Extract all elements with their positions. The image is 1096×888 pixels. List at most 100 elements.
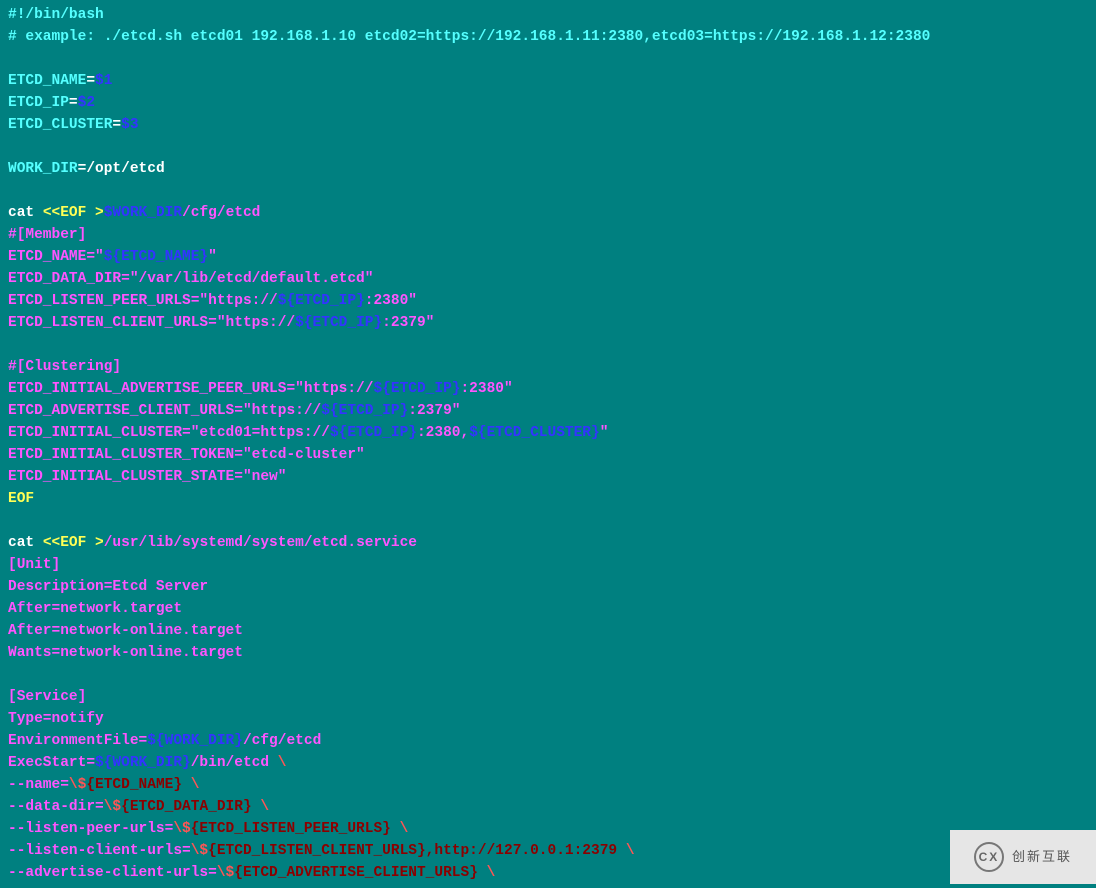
code-token: ETCD_NAME [8,73,86,89]
code-line: ETCD_NAME=$1 [8,70,1088,92]
code-token: ETCD_INITIAL_CLUSTER_TOKEN="etcd-cluster… [8,447,365,463]
code-line: ETCD_INITIAL_CLUSTER="etcd01=https://${E… [8,422,1088,444]
code-token: ETCD_DATA_DIR="/var/lib/etcd/default.etc… [8,271,373,287]
code-line: Description=Etcd Server [8,576,1088,598]
code-token: {ETCD_LISTEN_CLIENT_URLS},http://127.0.0… [208,843,626,859]
code-line: cat <<EOF >/usr/lib/systemd/system/etcd.… [8,532,1088,554]
code-token: After=network.target [8,601,182,617]
code-line: --listen-peer-urls=\${ETCD_LISTEN_PEER_U… [8,818,1088,840]
code-line [8,334,1088,356]
watermark: CX 创新互联 [950,830,1096,884]
code-token: \ [626,843,635,859]
code-token: \ [191,777,200,793]
code-token: $WORK_DIR [104,205,182,221]
code-token: ${ETCD_NAME} [104,249,208,265]
code-line: cat <<EOF >$WORK_DIR/cfg/etcd [8,202,1088,224]
code-block: #!/bin/bash# example: ./etcd.sh etcd01 1… [0,0,1096,888]
code-line: ETCD_DATA_DIR="/var/lib/etcd/default.etc… [8,268,1088,290]
code-token: " [208,249,217,265]
code-token: --listen-peer-urls= [8,821,173,837]
code-token: ETCD_CLUSTER [8,117,112,133]
code-token: /usr/lib/systemd/system/etcd.service [104,535,417,551]
code-token: After=network-online.target [8,623,243,639]
code-token: WORK_DIR [8,161,78,177]
code-token: ETCD_INITIAL_CLUSTER="etcd01=https:// [8,425,330,441]
code-token: :2379" [382,315,434,331]
code-line: ETCD_INITIAL_CLUSTER_STATE="new" [8,466,1088,488]
code-line [8,180,1088,202]
code-token: = [86,73,95,89]
code-token: ETCD_IP [8,95,69,111]
code-token: <<EOF > [43,535,104,551]
code-token: ExecStart= [8,755,95,771]
code-token: \$ [191,843,208,859]
code-token: --name= [8,777,69,793]
code-line: ETCD_INITIAL_CLUSTER_TOKEN="etcd-cluster… [8,444,1088,466]
code-line: #[Member] [8,224,1088,246]
code-line: Wants=network-online.target [8,642,1088,664]
code-line [8,48,1088,70]
code-token: ${ETCD_IP} [321,403,408,419]
code-token: EOF [8,491,34,507]
code-token: [Service] [8,689,86,705]
code-token: #[Member] [8,227,86,243]
code-line: EOF [8,488,1088,510]
code-token: ${ETCD_IP} [295,315,382,331]
code-token: ${ETCD_CLUSTER} [469,425,600,441]
code-token: = [112,117,121,133]
code-line: ETCD_LISTEN_CLIENT_URLS="https://${ETCD_… [8,312,1088,334]
code-token: \$ [69,777,86,793]
code-token: ${WORK_DIR} [147,733,243,749]
code-token: {ETCD_LISTEN_PEER_URLS} [191,821,400,837]
code-line: ETCD_NAME="${ETCD_NAME}" [8,246,1088,268]
code-token: \ [400,821,409,837]
code-token: $1 [95,73,112,89]
code-line: ExecStart=${WORK_DIR}/bin/etcd \ [8,752,1088,774]
code-token: /bin/etcd [191,755,278,771]
code-token: --listen-client-urls= [8,843,191,859]
code-token: ${ETCD_IP} [330,425,417,441]
code-token: /cfg/etcd [182,205,260,221]
code-line: ETCD_ADVERTISE_CLIENT_URLS="https://${ET… [8,400,1088,422]
code-line: #!/bin/bash [8,4,1088,26]
code-line: ETCD_IP=$2 [8,92,1088,114]
code-token: Wants=network-online.target [8,645,243,661]
code-token: ETCD_INITIAL_CLUSTER_STATE="new" [8,469,286,485]
code-token: = [69,95,78,111]
code-line [8,664,1088,686]
code-token: --advertise-client-urls= [8,865,217,881]
code-token: #!/bin/bash [8,7,104,23]
code-line: WORK_DIR=/opt/etcd [8,158,1088,180]
watermark-logo: CX [974,842,1004,872]
code-token: \ [260,799,269,815]
code-token: \$ [217,865,234,881]
code-token: ETCD_LISTEN_PEER_URLS="https:// [8,293,278,309]
code-token: cat [8,535,43,551]
code-token: $3 [121,117,138,133]
code-token: ${ETCD_IP} [373,381,460,397]
code-token: :2380" [460,381,512,397]
code-token: ETCD_LISTEN_CLIENT_URLS="https:// [8,315,295,331]
code-line: ETCD_LISTEN_PEER_URLS="https://${ETCD_IP… [8,290,1088,312]
code-token: \$ [104,799,121,815]
code-token: :2380" [365,293,417,309]
code-token: [Unit] [8,557,60,573]
code-token: <<EOF > [43,205,104,221]
code-line: ETCD_CLUSTER=$3 [8,114,1088,136]
code-token: ETCD_ADVERTISE_CLIENT_URLS="https:// [8,403,321,419]
code-token: EnvironmentFile= [8,733,147,749]
code-token: {ETCD_ADVERTISE_CLIENT_URLS} [234,865,486,881]
code-token: cat [8,205,43,221]
code-token: --data-dir= [8,799,104,815]
code-line: EnvironmentFile=${WORK_DIR}/cfg/etcd [8,730,1088,752]
code-token: /cfg/etcd [243,733,321,749]
code-line: [Unit] [8,554,1088,576]
code-token: " [600,425,609,441]
code-token: \ [487,865,496,881]
code-token: ${WORK_DIR} [95,755,191,771]
code-line [8,510,1088,532]
code-token: :2380, [417,425,469,441]
code-line: ETCD_INITIAL_ADVERTISE_PEER_URLS="https:… [8,378,1088,400]
code-line: --name=\${ETCD_NAME} \ [8,774,1088,796]
code-line: After=network.target [8,598,1088,620]
